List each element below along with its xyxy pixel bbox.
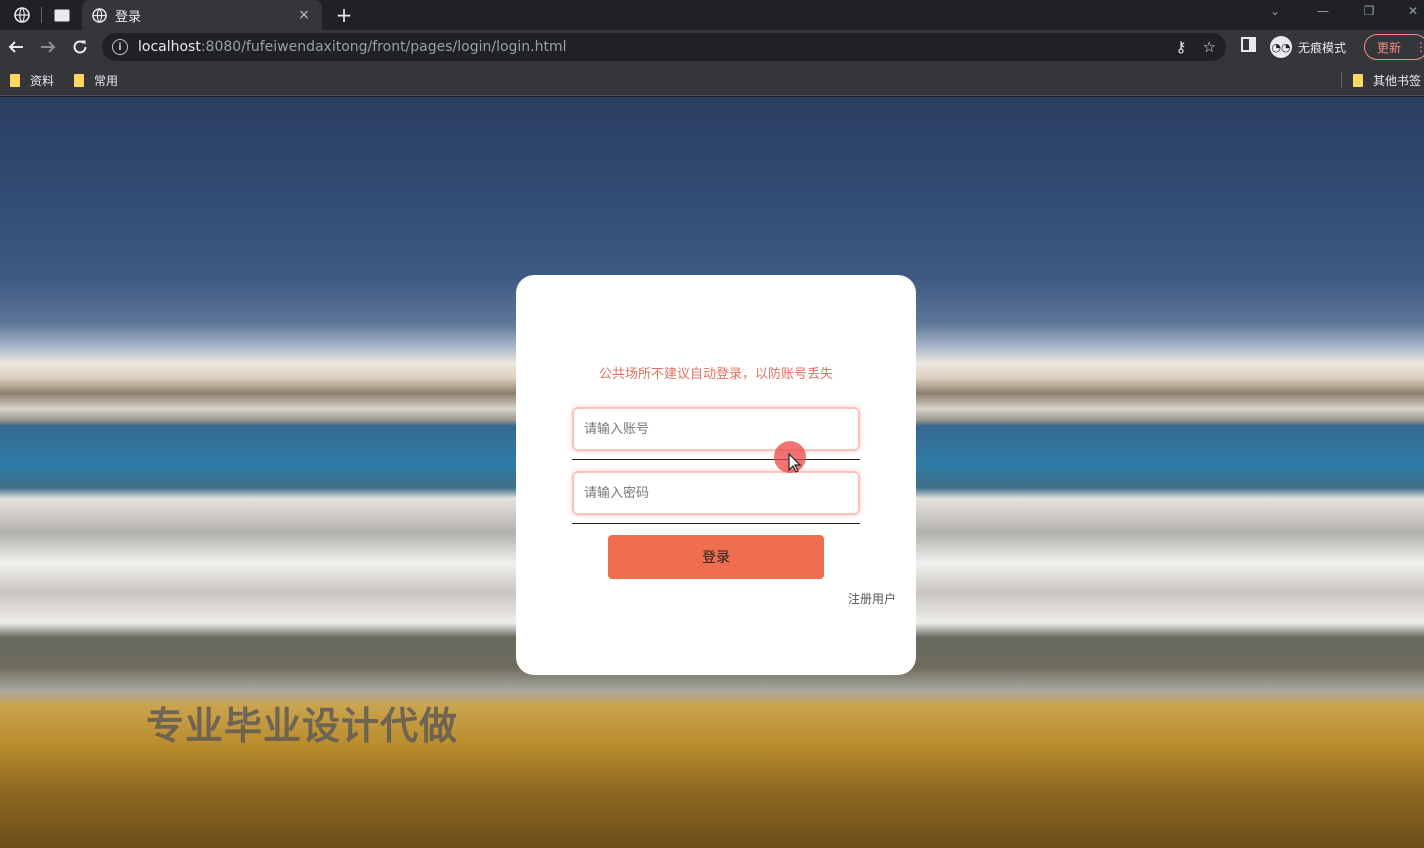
watermark-text: 专业毕业设计代做 — [146, 704, 459, 748]
update-button[interactable]: 更新 ⋮ — [1364, 34, 1424, 60]
new-tab-button[interactable]: + — [332, 0, 356, 30]
incognito-icon: ◔◔ — [1270, 36, 1292, 58]
bookmark-label: 常用 — [94, 73, 119, 88]
browser-toolbar: i localhost:8080/fufeiwendaxitong/front/… — [0, 30, 1424, 64]
side-panel-icon[interactable] — [1241, 37, 1256, 56]
mouse-pointer-icon — [788, 453, 802, 473]
star-icon[interactable]: ☆ — [1203, 38, 1216, 56]
update-label: 更新 — [1377, 40, 1402, 55]
bookmark-folder-common[interactable]: 常用 — [74, 70, 118, 90]
close-icon[interactable]: × — [296, 7, 312, 23]
folder-icon — [10, 73, 20, 87]
bookmark-label: 其他书签 — [1373, 73, 1422, 88]
forward-button[interactable] — [34, 33, 62, 61]
reload-icon — [73, 40, 87, 54]
bookmark-folder-resources[interactable]: 资料 — [10, 70, 54, 90]
globe-icon — [92, 7, 107, 23]
key-icon[interactable]: ⚷ — [1176, 38, 1187, 56]
site-info-icon[interactable]: i — [112, 39, 128, 55]
security-notice: 公共场所不建议自动登录，以防账号丢失 — [598, 367, 833, 382]
folder-icon — [1353, 73, 1363, 87]
password-underline — [572, 523, 860, 524]
register-link[interactable]: 注册用户 — [848, 590, 896, 607]
bookmarks-bar: 资料 常用 其他书签 — [0, 64, 1424, 96]
bookmark-folder-other[interactable]: 其他书签 — [1353, 70, 1421, 90]
window-icon — [54, 9, 70, 21]
username-underline — [572, 459, 860, 460]
login-card: 公共场所不建议自动登录，以防账号丢失 登录 注册用户 — [516, 275, 916, 675]
globe-icon — [14, 7, 30, 23]
username-input[interactable] — [572, 407, 860, 451]
incognito-label: 无痕模式 — [1298, 40, 1347, 55]
arrow-left-icon — [8, 41, 23, 53]
bookmark-separator — [1341, 72, 1342, 88]
restore-icon[interactable]: ❐ — [1346, 0, 1392, 22]
minimize-icon[interactable]: — — [1300, 0, 1346, 22]
pinned-tab-globe[interactable] — [2, 0, 42, 30]
password-input[interactable] — [572, 471, 860, 515]
incognito-indicator[interactable]: ◔◔ 无痕模式 — [1270, 35, 1346, 59]
reload-button[interactable] — [66, 33, 94, 61]
back-button[interactable] — [2, 33, 30, 61]
tab-title: 登录 — [115, 9, 142, 25]
window-close-icon[interactable]: ✕ — [1390, 0, 1424, 22]
login-button[interactable]: 登录 — [608, 535, 824, 579]
address-bar[interactable]: i localhost:8080/fufeiwendaxitong/front/… — [102, 33, 1226, 61]
arrow-right-icon — [41, 41, 56, 53]
folder-icon — [74, 73, 84, 87]
menu-icon[interactable]: ⋮ — [1415, 40, 1424, 54]
page-background: 专业毕业设计代做 公共场所不建议自动登录，以防账号丢失 登录 注册用户 — [0, 97, 1424, 848]
tab-strip: 登录 × + ⌄ — ❐ ✕ — [0, 0, 1424, 30]
url-text[interactable]: localhost:8080/fufeiwendaxitong/front/pa… — [138, 39, 1160, 55]
tab-login[interactable]: 登录 × — [82, 0, 322, 30]
pinned-tab-window[interactable] — [42, 0, 82, 30]
tab-search-icon[interactable]: ⌄ — [1252, 0, 1298, 22]
bookmark-label: 资料 — [30, 73, 55, 88]
